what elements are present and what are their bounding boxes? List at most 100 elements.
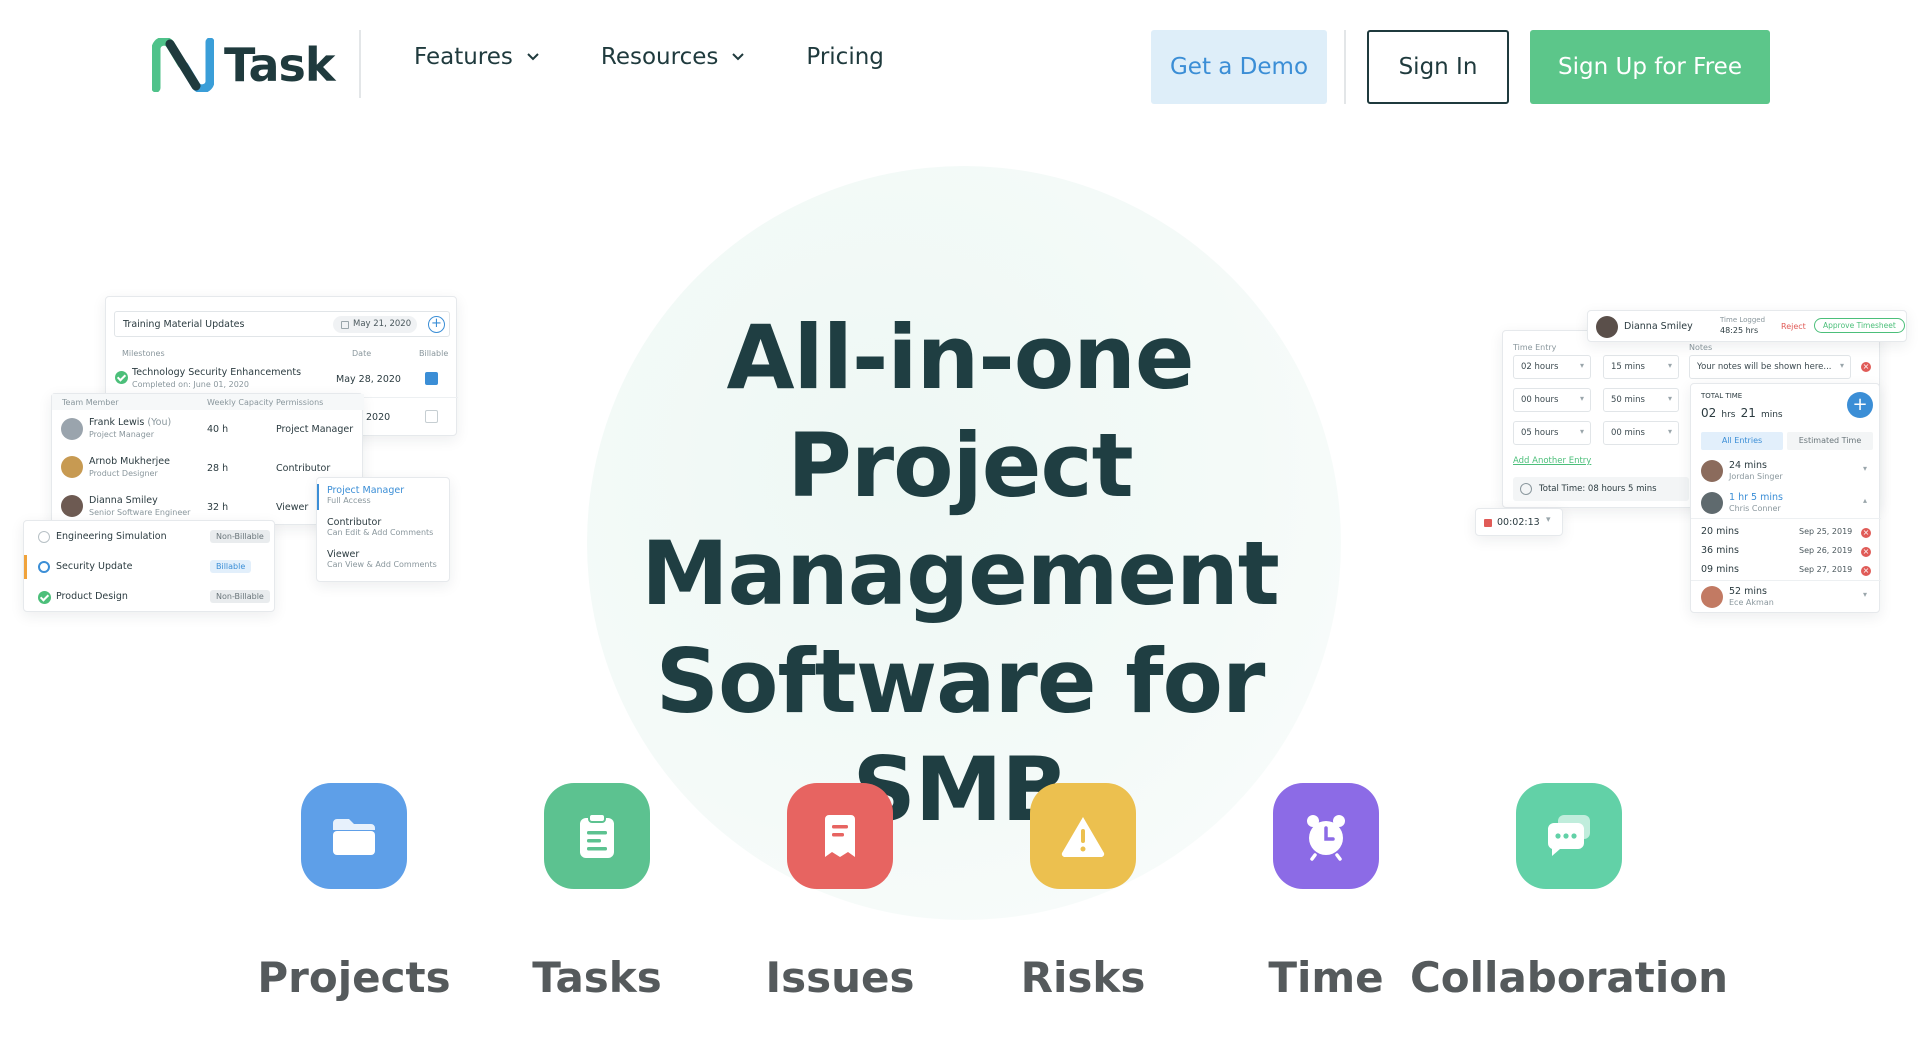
member-permission[interactable]: Viewer bbox=[276, 502, 308, 513]
perm-option-project-manager[interactable]: Project Manager Full Access bbox=[327, 485, 404, 505]
task-date: May 21, 2020 bbox=[353, 319, 412, 329]
calendar-icon bbox=[341, 321, 349, 329]
clipboard-icon bbox=[580, 813, 614, 858]
row-divider bbox=[1691, 580, 1881, 581]
milestone-1-date: May 28, 2020 bbox=[336, 374, 401, 385]
project-name: Engineering Simulation bbox=[56, 531, 167, 542]
sign-in-button[interactable]: Sign In bbox=[1367, 30, 1509, 104]
avatar bbox=[1701, 460, 1723, 482]
feature-collaboration[interactable]: Collaboration bbox=[1404, 783, 1734, 1002]
feature-tile bbox=[544, 783, 650, 889]
avatar bbox=[61, 456, 83, 478]
milestone-2-date: 2020 bbox=[366, 412, 391, 423]
selected-indicator bbox=[24, 555, 27, 579]
billable-checkbox-checked[interactable] bbox=[425, 372, 438, 385]
sub-log-date: Sep 27, 2019 bbox=[1799, 565, 1853, 574]
chevron-up-icon[interactable]: ▴ bbox=[1863, 496, 1867, 505]
tab-estimated-time[interactable]: Estimated Time bbox=[1787, 432, 1873, 450]
approval-card: Dianna Smiley Time Logged 48:25 hrs Reje… bbox=[1587, 310, 1907, 342]
time-entry-label: Time Entry bbox=[1513, 343, 1557, 352]
remove-entry-icon[interactable]: × bbox=[1861, 362, 1871, 372]
perm-option-title: Viewer bbox=[327, 549, 360, 560]
perm-option-sub: Full Access bbox=[327, 496, 371, 505]
notes-input[interactable]: Your notes will be shown here... bbox=[1689, 355, 1851, 379]
project-name: Product Design bbox=[56, 591, 128, 602]
task-input[interactable]: Training Material Updates May 21, 2020 + bbox=[114, 311, 450, 337]
member-permission[interactable]: Contributor bbox=[276, 463, 330, 474]
nav-features[interactable]: Features bbox=[414, 44, 539, 70]
perm-option-title: Project Manager bbox=[327, 485, 405, 496]
hero-title-line-2: Management bbox=[641, 522, 1280, 625]
add-time-button[interactable]: + bbox=[1847, 392, 1873, 418]
chevron-down-icon[interactable]: ▾ bbox=[1863, 590, 1867, 599]
folder-icon bbox=[333, 819, 375, 855]
log-name: Ece Akman bbox=[1729, 598, 1774, 607]
mins-select[interactable]: 15 mins bbox=[1603, 355, 1679, 379]
log-time: 1 hr 5 mins bbox=[1729, 492, 1783, 503]
logo-text: Task bbox=[224, 38, 335, 92]
sub-log-time: 20 mins bbox=[1701, 526, 1739, 537]
nav-resources-label: Resources bbox=[600, 44, 719, 70]
ticket-icon bbox=[825, 815, 855, 857]
perm-option-title: Contributor bbox=[327, 517, 382, 528]
hours-select[interactable]: 05 hours bbox=[1513, 421, 1591, 445]
feature-projects[interactable]: Projects bbox=[224, 783, 484, 1002]
hero-title-line-1: All-in-one Project bbox=[726, 306, 1194, 517]
permissions-header: Permissions bbox=[276, 398, 324, 407]
project-tag: Non-Billable bbox=[210, 530, 270, 543]
ntask-logo-icon bbox=[152, 38, 214, 92]
task-input-value: Training Material Updates bbox=[123, 319, 245, 330]
button-divider bbox=[1344, 30, 1346, 104]
add-circle-icon[interactable]: + bbox=[428, 316, 445, 333]
hours-select[interactable]: 02 hours bbox=[1513, 355, 1591, 379]
add-entry-link[interactable]: Add Another Entry bbox=[1513, 456, 1591, 466]
feature-label: Issues bbox=[765, 953, 915, 1002]
hours-select[interactable]: 00 hours bbox=[1513, 388, 1591, 412]
circle-icon bbox=[38, 531, 50, 543]
mins-select[interactable]: 00 mins bbox=[1603, 421, 1679, 445]
logo[interactable]: Task bbox=[152, 38, 335, 92]
permissions-dropdown: Project Manager Full Access Contributor … bbox=[316, 477, 450, 582]
member-permission[interactable]: Project Manager bbox=[276, 424, 353, 435]
sign-up-button[interactable]: Sign Up for Free bbox=[1530, 30, 1770, 104]
completed-check-icon bbox=[38, 591, 51, 604]
stop-icon[interactable] bbox=[1484, 519, 1492, 527]
row-divider bbox=[1691, 518, 1881, 519]
timer-chip[interactable]: 00:02:13 ▾ bbox=[1475, 508, 1563, 536]
remove-log-icon[interactable]: × bbox=[1861, 566, 1871, 576]
nav-pricing[interactable]: Pricing bbox=[806, 44, 884, 70]
milestone-1-sub: Completed on: June 01, 2020 bbox=[132, 380, 249, 389]
remove-log-icon[interactable]: × bbox=[1861, 547, 1871, 557]
time-logged-label: Time Logged bbox=[1720, 316, 1766, 324]
feature-label: Collaboration bbox=[1409, 953, 1728, 1002]
chevron-down-icon[interactable]: ▾ bbox=[1546, 515, 1551, 525]
milestone-1-title: Technology Security Enhancements bbox=[132, 367, 302, 378]
member-hours: 32 h bbox=[207, 502, 229, 513]
mins-select[interactable]: 50 mins bbox=[1603, 388, 1679, 412]
total-time-value: 02 hrs 21 mins bbox=[1701, 406, 1783, 420]
feature-risks[interactable]: Risks bbox=[953, 783, 1213, 1002]
feature-issues[interactable]: Issues bbox=[710, 783, 970, 1002]
perm-option-contributor[interactable]: Contributor Can Edit & Add Comments bbox=[327, 517, 433, 537]
log-time: 24 mins bbox=[1729, 460, 1767, 471]
sub-log-date: Sep 26, 2019 bbox=[1799, 546, 1853, 555]
approve-timesheet-button[interactable]: Approve Timesheet bbox=[1814, 318, 1905, 333]
remove-log-icon[interactable]: × bbox=[1861, 528, 1871, 538]
timer-value: 00:02:13 bbox=[1497, 517, 1540, 528]
tab-all-entries[interactable]: All Entries bbox=[1701, 432, 1783, 450]
log-name: Jordan Singer bbox=[1729, 472, 1783, 481]
chevron-down-icon[interactable]: ▾ bbox=[1863, 464, 1867, 473]
member-name: Frank Lewis (You) bbox=[89, 417, 172, 428]
reject-button[interactable]: Reject bbox=[1781, 322, 1806, 331]
perm-option-viewer[interactable]: Viewer Can View & Add Comments bbox=[327, 549, 437, 569]
avatar bbox=[1701, 492, 1723, 514]
billable-checkbox[interactable] bbox=[425, 410, 438, 423]
feature-tasks[interactable]: Tasks bbox=[467, 783, 727, 1002]
sub-log-time: 36 mins bbox=[1701, 545, 1739, 556]
capacity-header: Weekly Capacity bbox=[207, 398, 274, 407]
feature-label: Risks bbox=[1020, 953, 1146, 1002]
get-demo-button[interactable]: Get a Demo bbox=[1151, 30, 1327, 104]
header-divider bbox=[359, 30, 361, 98]
project-tag: Billable bbox=[210, 560, 252, 573]
nav-resources[interactable]: Resources bbox=[600, 44, 745, 70]
